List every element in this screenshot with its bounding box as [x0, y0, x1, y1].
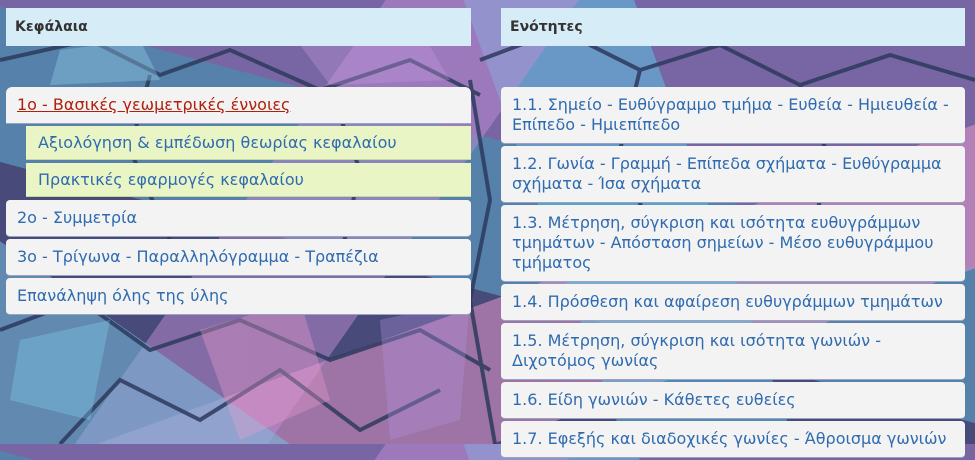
section-item-1-6[interactable]: 1.6. Είδη γωνιών - Κάθετες ευθείες: [501, 382, 965, 419]
chapter-subitem-practical[interactable]: Πρακτικές εφαρμογές κεφαλαίου: [26, 163, 471, 197]
section-item-1-2[interactable]: 1.2. Γωνία - Γραμμή - Επίπεδα σχήματα - …: [501, 146, 965, 203]
chapters-list: 1ο - Βασικές γεωμετρικές έννοιες Αξιολόγ…: [6, 87, 471, 317]
sections-list: 1.1. Σημείο - Ευθύγραμμο τμήμα - Ευθεία …: [501, 87, 965, 460]
section-item-1-1[interactable]: 1.1. Σημείο - Ευθύγραμμο τμήμα - Ευθεία …: [501, 87, 965, 144]
chapters-header: Κεφάλαια: [6, 8, 471, 46]
chapter-item-1[interactable]: 1ο - Βασικές γεωμετρικές έννοιες: [6, 87, 471, 124]
section-item-1-5[interactable]: 1.5. Μέτρηση, σύγκριση και ισότητα γωνιώ…: [501, 323, 965, 380]
sections-header: Ενότητες: [501, 8, 965, 46]
section-item-1-4[interactable]: 1.4. Πρόσθεση και αφαίρεση ευθυγράμμων τ…: [501, 284, 965, 321]
sections-panel: Ενότητες 1.1. Σημείο - Ευθύγραμμο τμήμα …: [501, 8, 965, 458]
chapters-panel: Κεφάλαια 1ο - Βασικές γεωμετρικές έννοιε…: [6, 8, 471, 315]
section-item-1-7[interactable]: 1.7. Εφεξής και διαδοχικές γωνίες - Άθρο…: [501, 421, 965, 458]
chapter-item-review[interactable]: Επανάληψη όλης της ύλης: [6, 278, 471, 315]
chapter-subitem-assessment[interactable]: Αξιολόγηση & εμπέδωση θεωρίας κεφαλαίου: [26, 126, 471, 160]
chapter-item-2[interactable]: 2ο - Συμμετρία: [6, 200, 471, 237]
section-item-1-3[interactable]: 1.3. Μέτρηση, σύγκριση και ισότητα ευθυγ…: [501, 205, 965, 282]
chapter-item-3[interactable]: 3ο - Τρίγωνα - Παραλληλόγραμμα - Τραπέζι…: [6, 239, 471, 276]
